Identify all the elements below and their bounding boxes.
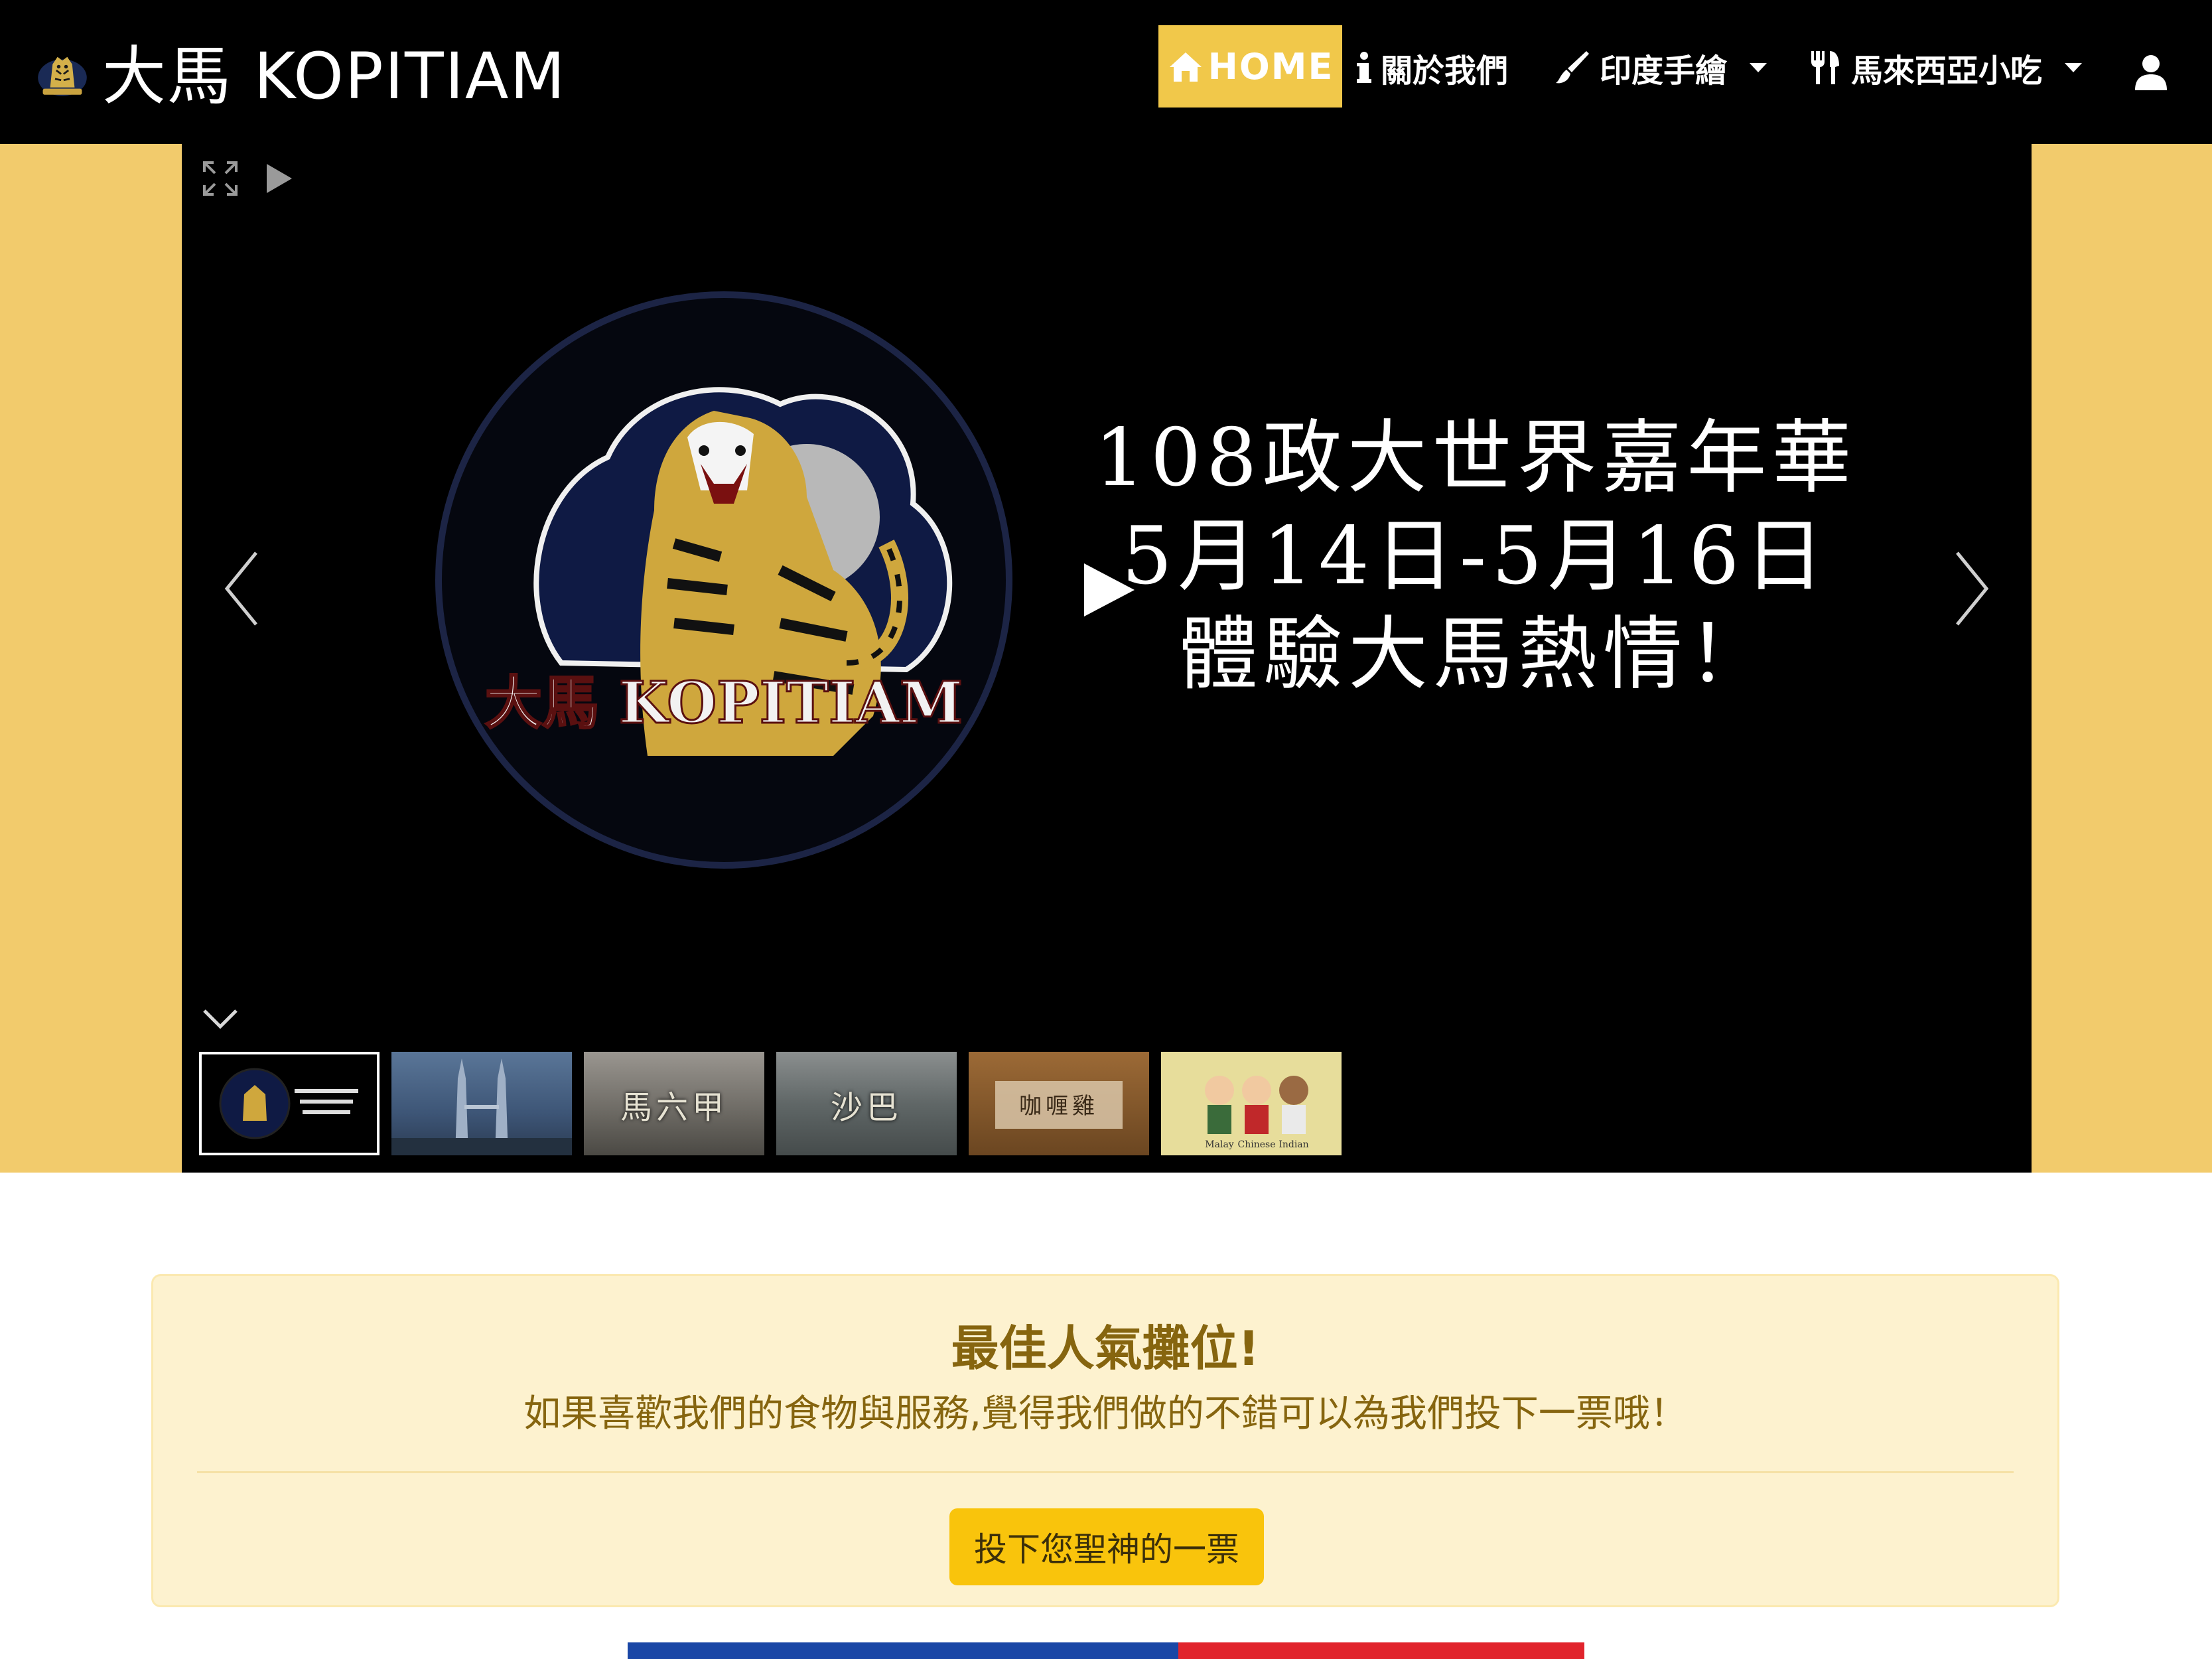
people-label-malay: Malay bbox=[1205, 1139, 1234, 1150]
thumbnail-caption: 咖喱雞 bbox=[1019, 1093, 1099, 1119]
vote-card: 最佳人氣攤位! 如果喜歡我們的食物與服務,覺得我們做的不錯可以為我們投下一票哦！… bbox=[151, 1274, 2059, 1607]
tiger-logo-icon bbox=[38, 56, 87, 96]
info-icon bbox=[1357, 52, 1371, 83]
image-gallery: 大馬 KOPITIAM 108政大世界嘉年華 5月14日-5月16日 體驗大馬熱… bbox=[182, 144, 2032, 1173]
kopitiam-emblem: 大馬 KOPITIAM bbox=[435, 291, 1012, 869]
flag-red-band bbox=[1178, 1642, 1584, 1659]
user-account-button[interactable] bbox=[2134, 44, 2168, 102]
slide-caption: 108政大世界嘉年華 5月14日-5月16日 體驗大馬熱情！ bbox=[1084, 409, 1867, 704]
nav-food-label: 馬來西亞小吃 bbox=[1851, 52, 2043, 90]
autoplay-icon[interactable] bbox=[263, 163, 295, 194]
chevron-down-icon[interactable] bbox=[200, 1005, 240, 1032]
emblem-text: 大馬 KOPITIAM bbox=[485, 670, 963, 737]
chevron-down-icon bbox=[1750, 63, 1767, 72]
thumbnail-logo-slide[interactable] bbox=[199, 1052, 380, 1155]
flag-blue-band bbox=[628, 1642, 1178, 1659]
nav-henna-label: 印度手繪 bbox=[1600, 52, 1728, 90]
chevron-left-icon[interactable] bbox=[222, 549, 261, 628]
thumbnail-curry[interactable]: 咖喱雞 bbox=[969, 1052, 1149, 1155]
thumbnail-sabah[interactable]: 沙巴 bbox=[776, 1052, 957, 1155]
thumbnail-caption: 沙巴 bbox=[830, 1089, 902, 1126]
thumbnail-melaka[interactable]: 馬六甲 bbox=[584, 1052, 764, 1155]
slide-line-event: 108政大世界嘉年華 bbox=[1094, 412, 1857, 504]
nav-food-dropdown[interactable]: 馬來西亞小吃 bbox=[1810, 38, 2083, 97]
vote-description: 如果喜歡我們的食物與服務,覺得我們做的不錯可以為我們投下一票哦！ bbox=[523, 1392, 1687, 1435]
nav-about-label: 關於我們 bbox=[1381, 52, 1509, 90]
flag-banner bbox=[628, 1642, 1584, 1659]
slide-line-dates: 5月14日-5月16日 bbox=[1121, 510, 1830, 603]
thumbnail-people[interactable]: Malay Chinese Indian bbox=[1161, 1052, 1342, 1155]
thumbnail-towers[interactable] bbox=[391, 1052, 572, 1155]
vote-button[interactable]: 投下您聖神的一票 bbox=[949, 1508, 1264, 1585]
people-label-indian: Indian bbox=[1279, 1139, 1308, 1150]
thumbnail-strip: 馬六甲 沙巴 咖喱雞 Malay Chinese Indian bbox=[199, 1052, 1342, 1157]
thumbnail-caption: 馬六甲 bbox=[620, 1089, 728, 1126]
top-navbar: 大馬 KOPITIAM HOME 關於我們 印度手繪 馬來西亞小吃 bbox=[0, 0, 2212, 144]
brand-title: 大馬 KOPITIAM bbox=[102, 38, 567, 113]
vote-title: 最佳人氣攤位! bbox=[951, 1321, 1260, 1376]
user-icon bbox=[2135, 55, 2167, 90]
nav-home-label: HOME bbox=[1208, 45, 1334, 88]
fullscreen-icon[interactable] bbox=[203, 161, 238, 196]
utensils-icon bbox=[1811, 51, 1839, 84]
nav-about[interactable]: 關於我們 bbox=[1357, 38, 1508, 97]
chevron-down-icon bbox=[2065, 63, 2083, 72]
home-icon bbox=[1169, 52, 1202, 82]
slide-line-tagline: 體驗大馬熱情！ bbox=[1178, 609, 1773, 701]
nav-home[interactable]: HOME bbox=[1158, 25, 1342, 108]
nav-henna-dropdown[interactable]: 印度手繪 bbox=[1555, 38, 1767, 97]
play-icon[interactable] bbox=[1079, 557, 1139, 623]
chevron-right-icon[interactable] bbox=[1952, 549, 1992, 628]
brand-link[interactable]: 大馬 KOPITIAM bbox=[32, 31, 566, 113]
divider bbox=[197, 1471, 2014, 1473]
paintbrush-icon bbox=[1556, 51, 1589, 84]
people-label-chinese: Chinese bbox=[1238, 1139, 1276, 1150]
